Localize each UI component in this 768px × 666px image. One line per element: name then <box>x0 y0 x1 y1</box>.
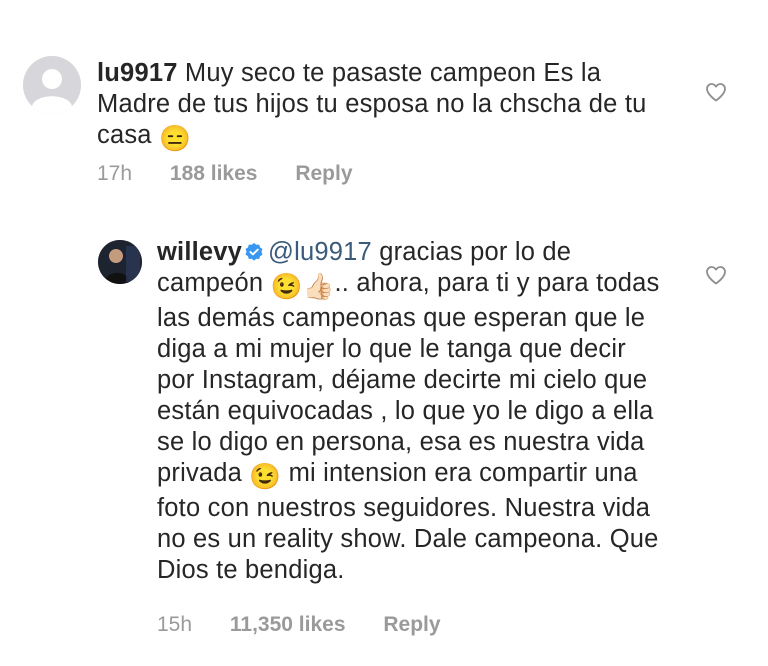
comment-body-2: campeón <box>157 269 264 297</box>
comment-text: lu9917 Muy seco te pasaste campeon Es la… <box>97 58 657 155</box>
comment-meta: 15h 11,350 likes Reply <box>157 613 473 637</box>
winking-face-emoji-icon: 😉 <box>249 463 282 491</box>
thumbs-up-emoji-icon: 👍🏻 <box>302 273 335 301</box>
mention-link[interactable]: @lu9917 <box>268 238 372 266</box>
like-count[interactable]: 11,350 likes <box>230 613 346 636</box>
comment-meta: 17h 188 likes Reply <box>97 162 385 186</box>
verified-badge-icon <box>245 243 263 261</box>
like-count[interactable]: 188 likes <box>170 162 258 185</box>
comment-text: willevy @lu9917 gracias por lo de campeó… <box>157 237 669 586</box>
timestamp: 15h <box>157 613 193 636</box>
expressionless-face-emoji-icon: 😑 <box>158 125 191 153</box>
default-avatar-icon <box>23 56 81 114</box>
reply-button[interactable]: Reply <box>295 162 352 185</box>
heart-icon[interactable] <box>704 80 728 104</box>
comment-body-1: gracias por lo de <box>379 238 572 266</box>
username[interactable]: willevy <box>157 238 242 266</box>
profile-photo-icon <box>98 240 142 284</box>
avatar[interactable] <box>98 240 142 284</box>
avatar[interactable] <box>23 56 81 114</box>
username[interactable]: lu9917 <box>97 59 178 87</box>
heart-icon[interactable] <box>704 263 728 287</box>
timestamp: 17h <box>97 162 133 185</box>
winking-face-emoji-icon: 😉 <box>270 273 303 301</box>
reply-button[interactable]: Reply <box>383 613 440 636</box>
comment-body-3: .. ahora, para ti y para todas las demás… <box>157 269 660 487</box>
